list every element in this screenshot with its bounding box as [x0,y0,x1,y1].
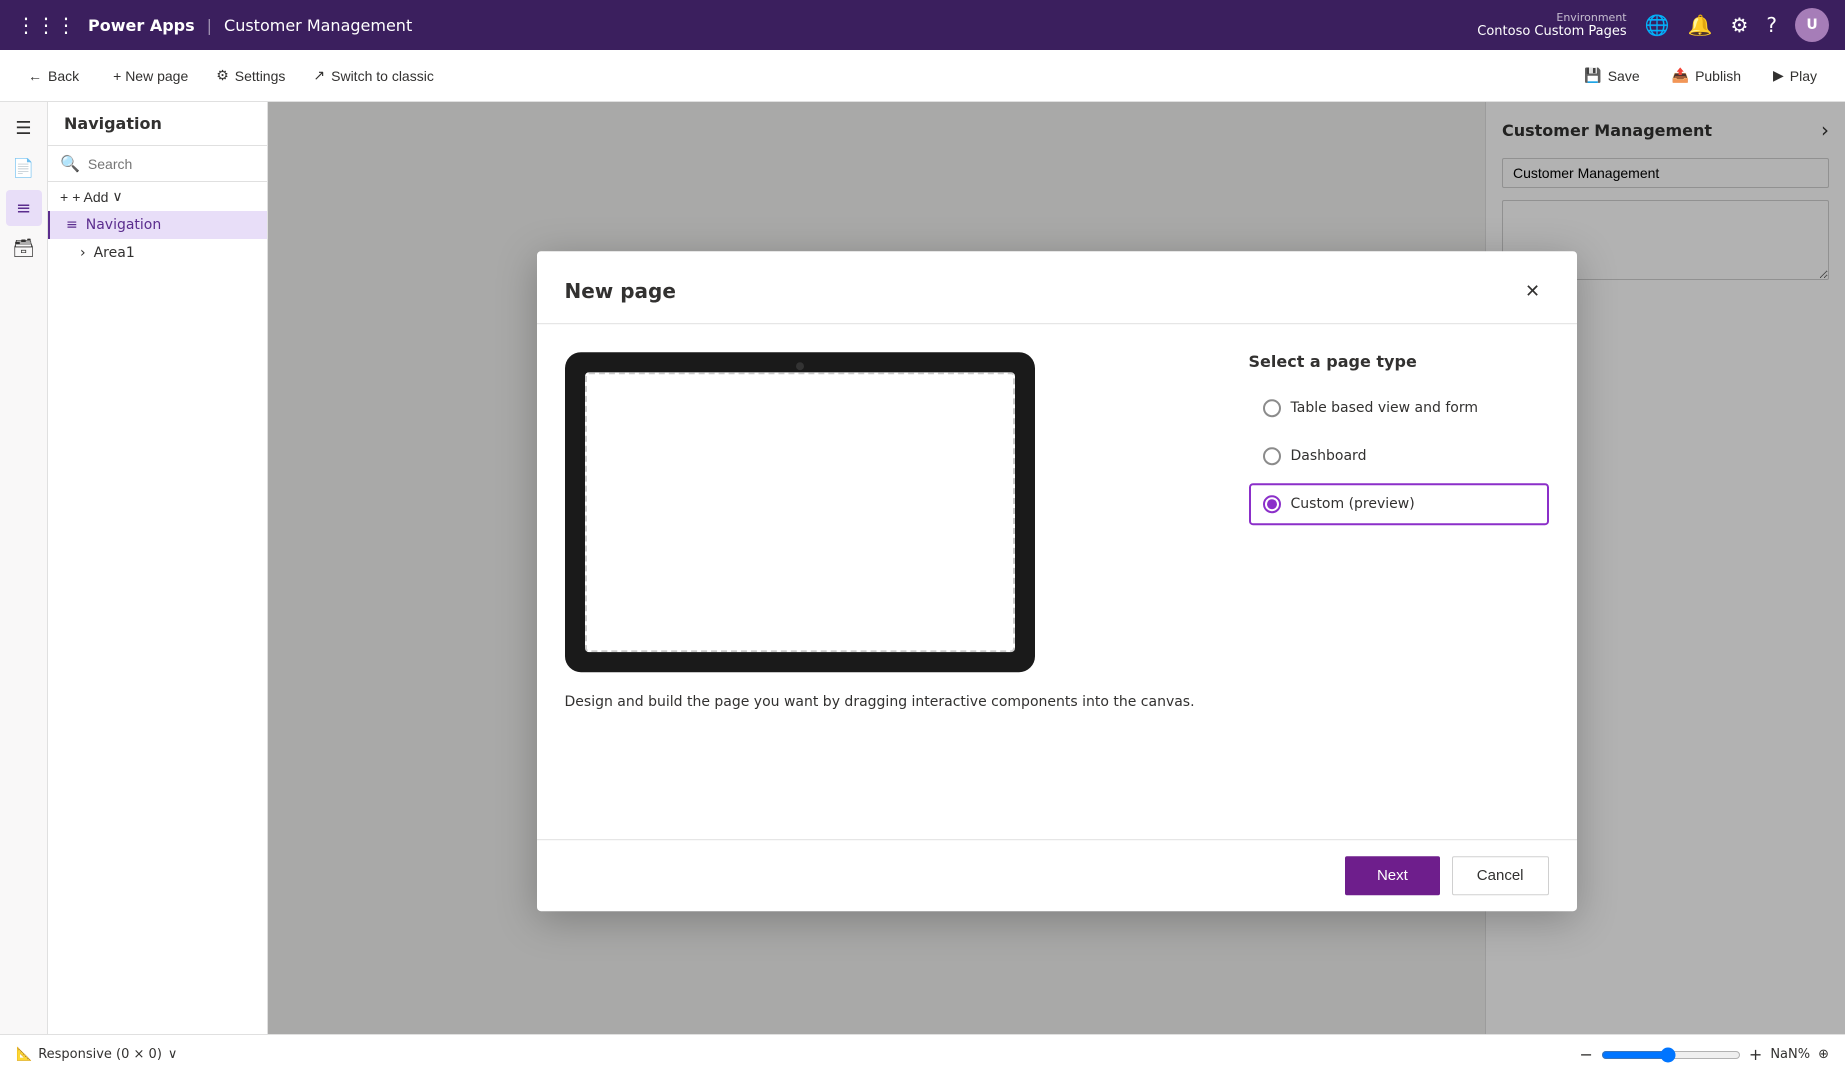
radio-dashboard-input [1263,447,1281,465]
publish-button[interactable]: 📤 Publish [1656,61,1757,90]
responsive-icon: 📐 [16,1047,32,1062]
navigation-panel: Navigation 🔍 + + Add ∨ ≡ Navigation › Ar… [48,102,268,1034]
tablet-camera [796,362,804,370]
top-navigation: ⋮⋮⋮ Power Apps | Customer Management Env… [0,0,1845,50]
responsive-chevron[interactable]: ∨ [168,1047,178,1062]
plus-icon[interactable]: + [1749,1045,1762,1064]
add-chevron-icon: ∨ [112,188,122,205]
zoom-slider-container [1601,1047,1741,1063]
modal-close-button[interactable]: ✕ [1517,275,1549,307]
new-page-button[interactable]: + New page [95,62,200,90]
switch-classic-button[interactable]: ↗ Switch to classic [301,61,445,90]
radio-table-input [1263,399,1281,417]
option-custom-label: Custom (preview) [1291,496,1415,512]
option-table[interactable]: Table based view and form [1249,387,1549,429]
zoom-slider[interactable] [1601,1047,1741,1063]
help-icon[interactable]: ? [1766,13,1777,37]
search-container: 🔍 [48,146,267,182]
settings-button[interactable]: ⚙ Settings [204,61,297,90]
back-icon: ← [28,68,42,84]
option-custom[interactable]: Custom (preview) [1249,483,1549,525]
sidebar-icon-nav[interactable]: ≡ [6,190,42,226]
modal-title: New page [565,279,676,303]
modal-description: Design and build the page you want by dr… [565,692,1209,713]
option-table-label: Table based view and form [1291,400,1478,416]
nav-separator: | [207,16,212,35]
responsive-label: Responsive (0 × 0) [38,1047,162,1062]
cancel-button[interactable]: Cancel [1452,856,1549,895]
option-dashboard[interactable]: Dashboard [1249,435,1549,477]
next-button[interactable]: Next [1345,856,1440,895]
status-bar-zoom: − + NaN% ⊕ [1580,1045,1830,1064]
project-name: Customer Management [224,16,412,35]
environment-icon: 🌐 [1645,13,1670,37]
tablet-screen [585,372,1015,652]
modal-options-area: Select a page type Table based view and … [1249,352,1549,811]
play-icon: ▶ [1773,67,1784,84]
new-page-modal: New page ✕ Design and build the page you… [537,251,1577,911]
play-button[interactable]: ▶ Play [1761,61,1829,90]
sidebar-icon-file[interactable]: 📄 [6,150,42,186]
back-button[interactable]: ← Back [16,62,91,90]
modal-header: New page ✕ [537,251,1577,324]
radio-custom-inner [1267,499,1277,509]
gear-icon[interactable]: ⚙ [1730,13,1748,37]
status-bar: 📐 Responsive (0 × 0) ∨ − + NaN% ⊕ [0,1034,1845,1074]
save-icon: 💾 [1584,67,1601,84]
close-icon: ✕ [1525,281,1540,302]
zoom-level: NaN% [1770,1047,1810,1062]
search-icon: 🔍 [60,154,80,173]
publish-icon: 📤 [1672,67,1689,84]
sidebar-icon-menu[interactable]: ☰ [6,110,42,146]
add-button[interactable]: + + Add ∨ [48,182,267,211]
nav-item-nav-icon: ≡ [66,217,78,233]
nav-item-navigation[interactable]: ≡ Navigation [48,211,267,239]
modal-illustration-area: Design and build the page you want by dr… [565,352,1209,811]
save-button[interactable]: 💾 Save [1572,61,1651,90]
target-icon[interactable]: ⊕ [1818,1047,1829,1062]
switch-icon: ↗ [313,67,325,84]
option-dashboard-label: Dashboard [1291,448,1367,464]
grid-icon[interactable]: ⋮⋮⋮ [16,13,76,37]
radio-custom-input [1263,495,1281,513]
search-input[interactable] [88,156,255,172]
main-toolbar: ← Back + New page ⚙ Settings ↗ Switch to… [0,50,1845,102]
page-type-label: Select a page type [1249,352,1549,371]
modal-body: Design and build the page you want by dr… [537,324,1577,839]
bell-icon[interactable]: 🔔 [1688,13,1713,37]
tablet-preview [565,352,1035,672]
sidebar-icon-data[interactable]: 🗃 [6,230,42,266]
add-icon: + [60,189,68,205]
nav-item-area-icon: › [80,245,86,261]
nav-item-area1[interactable]: › Area1 [48,239,267,267]
nav-panel-title: Navigation [64,114,162,133]
modal-footer: Next Cancel [537,839,1577,911]
app-name: Power Apps [88,16,195,35]
status-bar-responsive: 📐 Responsive (0 × 0) ∨ [16,1047,177,1062]
settings-icon: ⚙ [216,67,229,84]
avatar[interactable]: U [1795,8,1829,42]
environment-info: Environment Contoso Custom Pages [1477,11,1626,39]
minus-icon[interactable]: − [1580,1045,1593,1064]
